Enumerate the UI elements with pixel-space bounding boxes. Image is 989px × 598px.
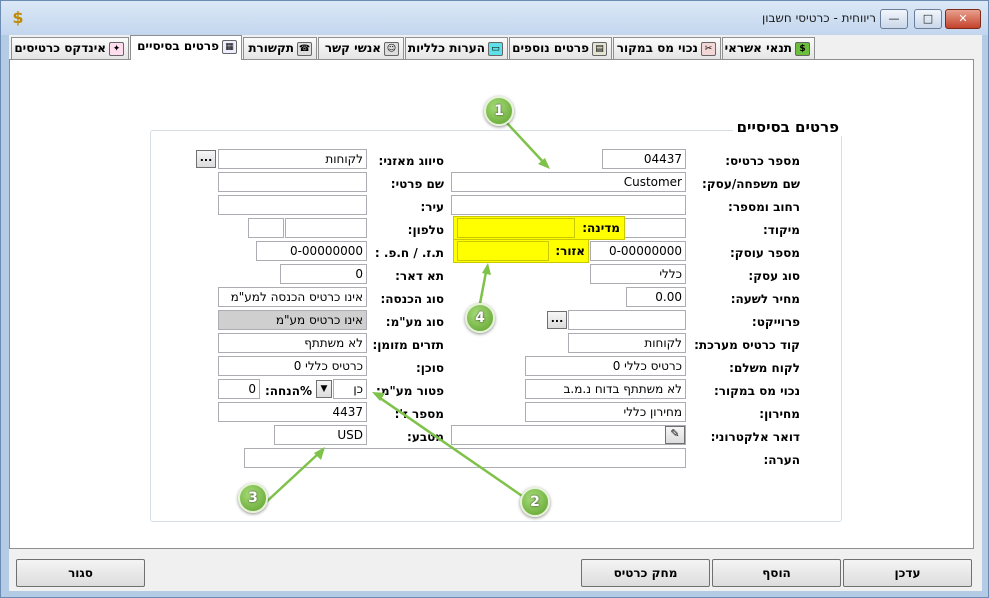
tax-stamp-icon: ✂ xyxy=(701,41,716,56)
callout-3: 3 xyxy=(238,483,268,513)
tab-withholding-tax[interactable]: ✂נכוי מס במקור xyxy=(613,37,721,59)
tab-more-details[interactable]: ▤פרטים נוספים xyxy=(509,37,612,59)
app-window: $ ריווחית - כרטיסי חשבון — □ ✕ $תנאי אשר… xyxy=(0,0,989,598)
callout-arrows xyxy=(263,121,550,505)
contacts-icon: ☺ xyxy=(384,41,399,56)
money-bag-icon: $ xyxy=(795,41,810,56)
title-bar[interactable]: $ ריווחית - כרטיסי חשבון — □ ✕ xyxy=(1,1,988,35)
basic-details-page: פרטים בסיסיים מספר כרטיס: 04437 שם משפחה… xyxy=(9,59,974,549)
dollar-app-icon: $ xyxy=(12,8,24,27)
callout-4: 4 xyxy=(465,303,495,333)
arrow-4-head xyxy=(482,263,491,275)
arrow-3 xyxy=(263,453,319,505)
tab-strip: $תנאי אשראי ✂נכוי מס במקור ▤פרטים נוספים… xyxy=(9,35,982,60)
tab-cards-index[interactable]: ✦אינדקס כרטיסים xyxy=(11,37,129,59)
close-button[interactable]: סגור xyxy=(16,559,145,587)
tab-basic-details[interactable]: ▦פרטים בסיסיים xyxy=(130,35,242,60)
tab-general-notes[interactable]: ▭הערות כלליות xyxy=(405,37,508,59)
arrow-2 xyxy=(379,396,529,502)
book-icon: ▤ xyxy=(592,41,607,56)
delete-card-button[interactable]: מחק כרטיס xyxy=(581,559,710,587)
telephone-icon: ☎ xyxy=(297,41,312,56)
index-cards-icon: ✦ xyxy=(109,41,124,56)
window-title: ריווחית - כרטיסי חשבון xyxy=(761,11,876,25)
arrow-3-head xyxy=(314,447,325,460)
tab-contacts[interactable]: ☺אנשי קשר xyxy=(318,37,404,59)
client-area: $תנאי אשראי ✂נכוי מס במקור ▤פרטים נוספים… xyxy=(9,35,982,591)
update-button[interactable]: עדכן xyxy=(843,559,972,587)
notes-icon: ▭ xyxy=(488,41,503,56)
close-window-button[interactable]: ✕ xyxy=(945,9,981,29)
form-icon: ▦ xyxy=(222,39,237,54)
arrow-1 xyxy=(505,121,547,166)
add-button[interactable]: הוסף xyxy=(712,559,841,587)
tab-communication[interactable]: ☎תקשורת xyxy=(243,37,317,59)
minimize-button[interactable]: — xyxy=(880,9,908,29)
maximize-button[interactable]: □ xyxy=(914,9,942,29)
tab-credit-terms[interactable]: $תנאי אשראי xyxy=(722,37,815,59)
callout-1: 1 xyxy=(484,96,514,126)
callout-2: 2 xyxy=(520,487,550,517)
